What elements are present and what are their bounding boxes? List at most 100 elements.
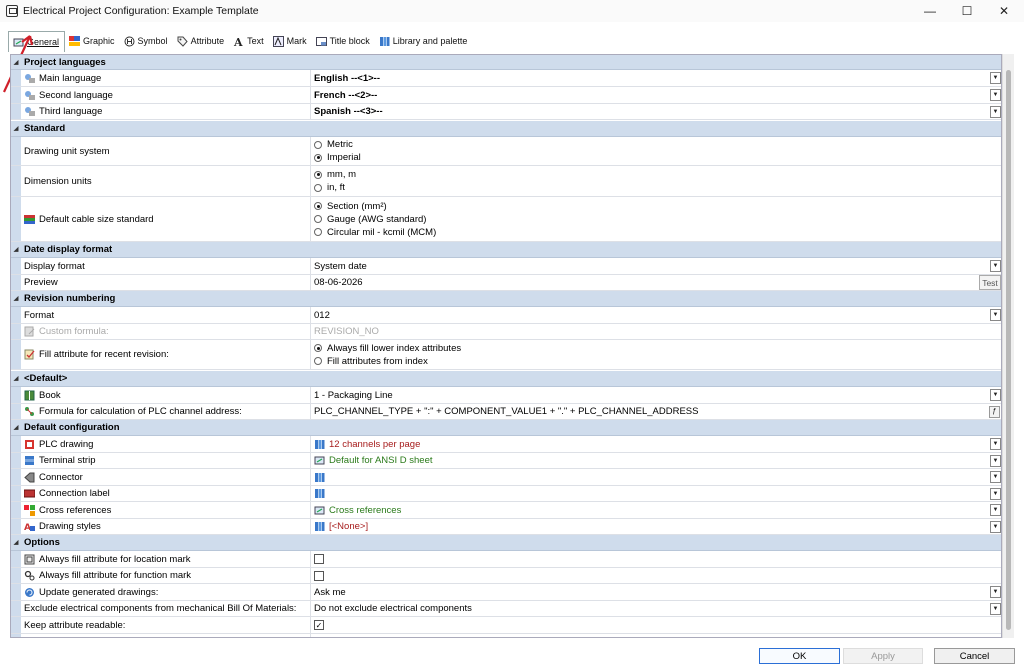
second-language-dropdown[interactable]: French --<2>-- ▼ (311, 87, 1001, 103)
chevron-down-icon[interactable]: ▼ (990, 389, 1001, 401)
chevron-down-icon[interactable]: ▼ (990, 72, 1001, 84)
ok-button[interactable]: OK (759, 648, 840, 664)
radio-mm-m[interactable]: mm, m (314, 168, 356, 181)
collapse-icon[interactable]: ◢ (11, 295, 21, 302)
radio-in-ft[interactable]: in, ft (314, 181, 356, 194)
second-language-label: Second language (39, 89, 113, 101)
collapse-icon[interactable]: ◢ (11, 375, 21, 382)
terminal-strip-dropdown[interactable]: Default for ANSI D sheet ▼ (311, 453, 1001, 468)
tab-mark[interactable]: Mark (269, 31, 312, 51)
plc-drawing-dropdown[interactable]: 12 channels per page ▼ (311, 436, 1001, 452)
function-mark-checkbox[interactable] (314, 570, 324, 581)
connection-label-icon (23, 488, 36, 499)
collapse-icon[interactable]: ◢ (11, 125, 21, 132)
radio-metric[interactable]: Metric (314, 138, 361, 151)
revision-fill-icon (24, 349, 35, 360)
row-main-language: Main language English --<1>-- ▼ (11, 70, 1001, 87)
radio-section[interactable]: Section (mm²) (314, 200, 436, 213)
chevron-down-icon[interactable]: ▼ (990, 309, 1001, 321)
svg-text:A: A (24, 523, 31, 532)
library-icon (314, 521, 325, 532)
revision-format-dropdown[interactable]: 012 ▼ (311, 307, 1001, 323)
cancel-button[interactable]: Cancel (934, 648, 1015, 664)
chevron-down-icon[interactable]: ▼ (990, 438, 1001, 450)
chevron-down-icon[interactable]: ▼ (990, 471, 1001, 483)
drawing-styles-dropdown[interactable]: [<None>] ▼ (311, 519, 1001, 534)
section-default[interactable]: ◢ <Default> (11, 371, 1001, 387)
connection-label-dropdown[interactable]: ▼ (311, 486, 1001, 501)
maximize-button[interactable]: ☐ (949, 0, 985, 22)
collapse-icon[interactable]: ◢ (11, 539, 21, 546)
plc-formula-field[interactable]: PLC_CHANNEL_TYPE + ":" + COMPONENT_VALUE… (311, 404, 1001, 419)
formula-editor-icon[interactable]: ƒ (989, 405, 1000, 418)
chevron-down-icon[interactable]: ▼ (990, 504, 1001, 516)
scrollbar-thumb[interactable] (1006, 70, 1011, 630)
tab-text[interactable]: A Text (229, 31, 269, 51)
row-exclude-bom: Exclude electrical components from mecha… (11, 601, 1001, 617)
section-standard[interactable]: ◢ Standard (11, 121, 1001, 137)
chevron-down-icon[interactable]: ▼ (990, 586, 1001, 598)
row-function-mark: Always fill attribute for function mark (11, 568, 1001, 584)
tab-label: Graphic (83, 36, 115, 46)
radio-imperial[interactable]: Imperial (314, 151, 361, 164)
cross-references-dropdown[interactable]: Cross references ▼ (311, 502, 1001, 518)
test-button[interactable]: Test (979, 275, 1001, 290)
row-location-mark: Always fill attribute for location mark (11, 551, 1001, 568)
chevron-down-icon[interactable]: ▼ (990, 487, 1001, 500)
row-preview: Preview 08-06-2026 Test (11, 275, 1001, 291)
location-mark-checkbox[interactable] (314, 554, 324, 564)
vertical-scrollbar[interactable] (1002, 54, 1014, 638)
tab-attribute[interactable]: Attribute (173, 31, 230, 51)
chevron-down-icon[interactable]: ▼ (990, 454, 1001, 467)
minimize-button[interactable]: — (912, 0, 948, 22)
chevron-down-icon[interactable]: ▼ (990, 89, 1001, 101)
display-format-label: Display format (21, 258, 311, 274)
dialog-footer: OK Apply Cancel (0, 640, 1024, 672)
collapse-icon[interactable]: ◢ (11, 424, 21, 431)
close-button[interactable]: ✕ (986, 0, 1022, 22)
book-dropdown[interactable]: 1 - Packaging Line ▼ (311, 387, 1001, 403)
section-date-display-format[interactable]: ◢ Date display format (11, 242, 1001, 258)
connector-dropdown[interactable]: ▼ (311, 469, 1001, 485)
tab-graphic[interactable]: Graphic (65, 31, 120, 51)
plc-drawing-label: PLC drawing (39, 438, 94, 450)
radio-circular-mil[interactable]: Circular mil - kcmil (MCM) (314, 226, 436, 239)
keep-readable-checkbox[interactable]: ✓ (314, 620, 324, 630)
library-icon (314, 439, 325, 450)
radio-gauge[interactable]: Gauge (AWG standard) (314, 213, 436, 226)
chevron-down-icon[interactable]: ▼ (990, 602, 1001, 615)
chevron-down-icon[interactable]: ▼ (990, 260, 1001, 272)
collapse-icon[interactable]: ◢ (11, 246, 21, 253)
graphic-icon (69, 35, 81, 47)
tab-title-block[interactable]: Title block (312, 31, 375, 51)
dimension-units-radio-group: mm, m in, ft (314, 168, 356, 194)
collapse-icon[interactable]: ◢ (11, 59, 21, 66)
main-language-dropdown[interactable]: English --<1>-- ▼ (311, 70, 1001, 86)
section-project-languages[interactable]: ◢ Project languages (11, 55, 1001, 70)
location-mark-label: Always fill attribute for location mark (39, 553, 191, 565)
section-default-configuration[interactable]: ◢ Default configuration (11, 420, 1001, 436)
refresh-icon (24, 587, 35, 598)
connector-label: Connector (39, 471, 83, 483)
row-custom-formula: Custom formula: REVISION_NO (11, 324, 1001, 340)
chevron-down-icon[interactable]: ▼ (990, 520, 1001, 533)
formula-icon (24, 326, 35, 337)
third-language-dropdown[interactable]: Spanish --<3>-- ▼ (311, 104, 1001, 119)
row-dimension-units: Dimension units mm, m in, ft (11, 166, 1001, 197)
section-revision-numbering[interactable]: ◢ Revision numbering (11, 291, 1001, 307)
terminal-strip-label: Terminal strip (39, 455, 96, 466)
tab-library-and-palette[interactable]: Library and palette (375, 31, 473, 51)
radio-fill-from-index[interactable]: Fill attributes from index (314, 355, 461, 368)
exclude-bom-dropdown[interactable]: Do not exclude electrical components ▼ (311, 601, 1001, 616)
custom-formula-field: REVISION_NO (314, 326, 379, 337)
cross-reference-icon (24, 504, 35, 516)
update-drawings-dropdown[interactable]: Ask me ▼ (311, 584, 1001, 600)
connector-icon (24, 472, 35, 483)
display-format-dropdown[interactable]: System date ▼ (311, 258, 1001, 274)
chevron-down-icon[interactable]: ▼ (990, 105, 1001, 118)
tab-symbol[interactable]: Symbol (120, 31, 173, 51)
section-options[interactable]: ◢ Options (11, 535, 1001, 551)
radio-fill-lower-index[interactable]: Always fill lower index attributes (314, 342, 461, 355)
apply-button[interactable]: Apply (843, 648, 923, 664)
language-icon (24, 106, 35, 117)
